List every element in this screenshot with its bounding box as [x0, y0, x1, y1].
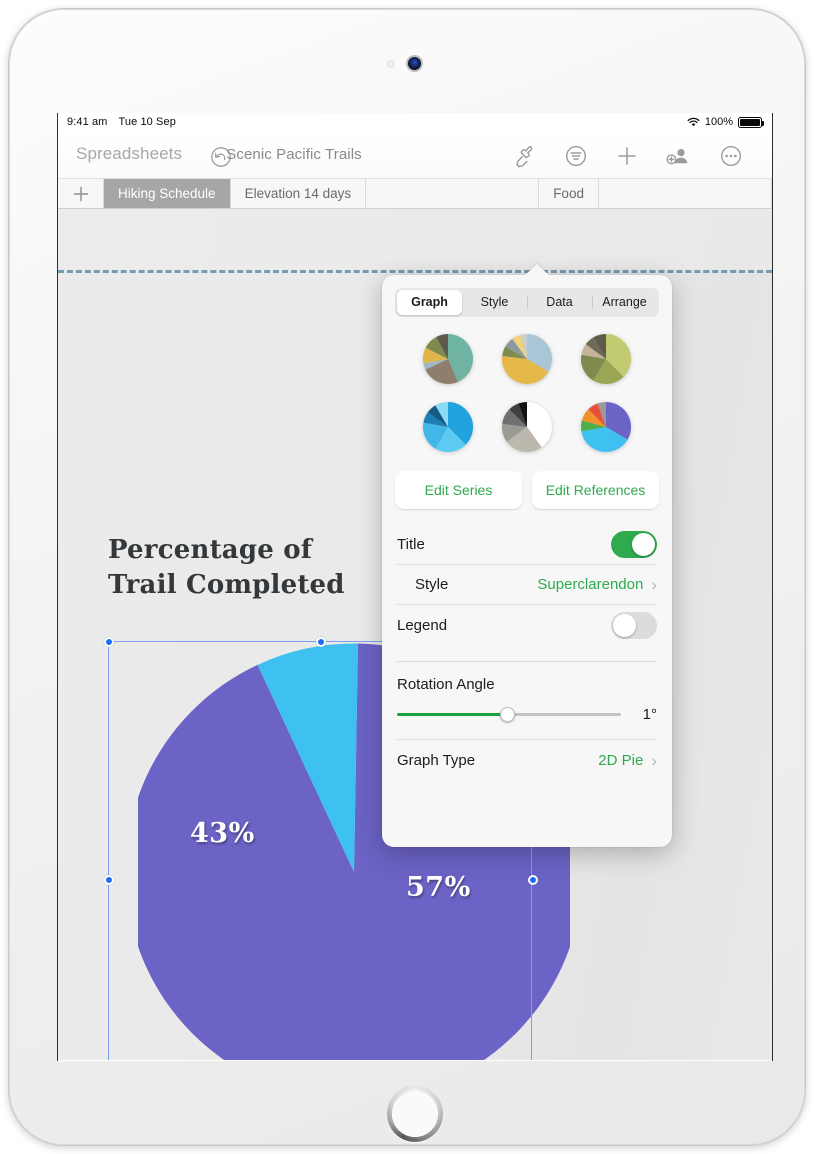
title-row: Title — [397, 525, 657, 565]
graph-type-label: Graph Type — [397, 751, 476, 769]
resize-handle-middle-left[interactable] — [104, 875, 114, 885]
rotation-angle-slider[interactable] — [397, 705, 621, 723]
battery-percent-label: 100% — [704, 116, 733, 128]
style-label: Style — [415, 576, 449, 593]
chart-style-swatches — [408, 333, 646, 453]
tab-data[interactable]: Data — [527, 290, 592, 315]
battery-icon — [738, 116, 764, 128]
canvas-top-strip — [58, 209, 772, 269]
legend-label: Legend — [397, 616, 448, 634]
divider — [397, 661, 657, 662]
add-plus-icon[interactable] — [614, 143, 640, 174]
sidebar-item-hiking-schedule[interactable]: Hiking Schedule — [104, 179, 231, 208]
ipad-screen: 9:41 am Tue 10 Sep 100% Spreadsheets Sce… — [57, 113, 773, 1061]
sheet-tab-bar: Hiking Schedule Elevation 14 days Food — [58, 179, 772, 209]
pie-style-swatch-4[interactable] — [422, 401, 474, 453]
front-camera — [408, 57, 421, 70]
status-bar-right: 100% — [687, 116, 764, 128]
sidebar-item-food[interactable]: Food — [539, 179, 599, 208]
tab-arrange[interactable]: Arrange — [592, 290, 657, 315]
status-bar-left: 9:41 am Tue 10 Sep — [67, 116, 176, 128]
status-time: 9:41 am — [67, 116, 108, 128]
paintbrush-format-icon[interactable] — [511, 143, 537, 174]
add-sheet-icon[interactable] — [58, 179, 104, 208]
rotation-angle-label: Rotation Angle — [397, 676, 495, 693]
chevron-right-icon-2: › — [651, 750, 657, 770]
wifi-icon — [687, 117, 700, 127]
graph-type-row[interactable]: Graph Type 2D Pie › — [397, 740, 657, 780]
title-label: Title — [397, 536, 425, 553]
home-button[interactable] — [387, 1086, 443, 1142]
more-options-icon[interactable] — [718, 143, 744, 174]
status-date: Tue 10 Sep — [118, 116, 176, 128]
chevron-right-icon: › — [651, 575, 657, 594]
edit-references-button[interactable]: Edit References — [532, 471, 659, 509]
slider-thumb[interactable] — [499, 707, 515, 722]
legend-toggle[interactable] — [611, 611, 657, 639]
resize-handle-top-center[interactable] — [316, 637, 326, 647]
legend-row: Legend — [397, 605, 657, 645]
sidebar-item-elevation-14-days[interactable]: Elevation 14 days — [230, 179, 367, 208]
popover-segmented-control: Graph Style Data Arrange — [395, 288, 659, 317]
alignment-guide-dashed-line — [58, 270, 772, 273]
popover-arrow — [524, 264, 550, 276]
title-toggle[interactable] — [611, 531, 657, 558]
edit-buttons-row: Edit Series Edit References — [395, 471, 659, 509]
style-value: Superclarendon — [537, 576, 644, 593]
resize-handle-middle-right[interactable] — [528, 875, 538, 885]
add-collaborator-icon[interactable] — [663, 143, 693, 174]
resize-handle-top-left[interactable] — [104, 637, 114, 647]
app-toolbar: Spreadsheets Scenic Pacific Trails — [58, 133, 772, 179]
rotation-angle-section: Rotation Angle 1° — [382, 670, 672, 723]
pie-style-swatch-1[interactable] — [422, 333, 474, 385]
insert-list-icon[interactable] — [563, 143, 589, 174]
graph-type-value: 2D Pie — [598, 751, 644, 769]
spreadsheet-canvas[interactable]: Percentage of Trail Completed 43% 57% Gr… — [58, 209, 772, 1060]
tab-spacer-right — [598, 179, 772, 208]
pie-style-swatch-5[interactable] — [501, 401, 553, 453]
rotation-angle-value: 1° — [642, 705, 657, 723]
format-popover: Graph Style Data Arrange Edit Series Edi… — [382, 264, 672, 847]
edit-series-button[interactable]: Edit Series — [395, 471, 522, 509]
ipad-device: 9:41 am Tue 10 Sep 100% Spreadsheets Sce… — [8, 8, 806, 1146]
rotation-angle-slider-row: 1° — [397, 705, 657, 723]
ambient-light-sensor — [388, 61, 394, 67]
slider-fill — [397, 713, 507, 716]
pie-style-swatch-6[interactable] — [580, 401, 632, 453]
tab-style[interactable]: Style — [462, 290, 527, 315]
status-bar: 9:41 am Tue 10 Sep 100% — [58, 113, 772, 133]
pie-style-swatch-3[interactable] — [580, 333, 632, 385]
style-row[interactable]: Style Superclarendon › — [397, 565, 657, 605]
tab-graph[interactable]: Graph — [397, 290, 462, 315]
pie-style-swatch-2[interactable] — [501, 333, 553, 385]
tab-spacer — [366, 179, 540, 208]
